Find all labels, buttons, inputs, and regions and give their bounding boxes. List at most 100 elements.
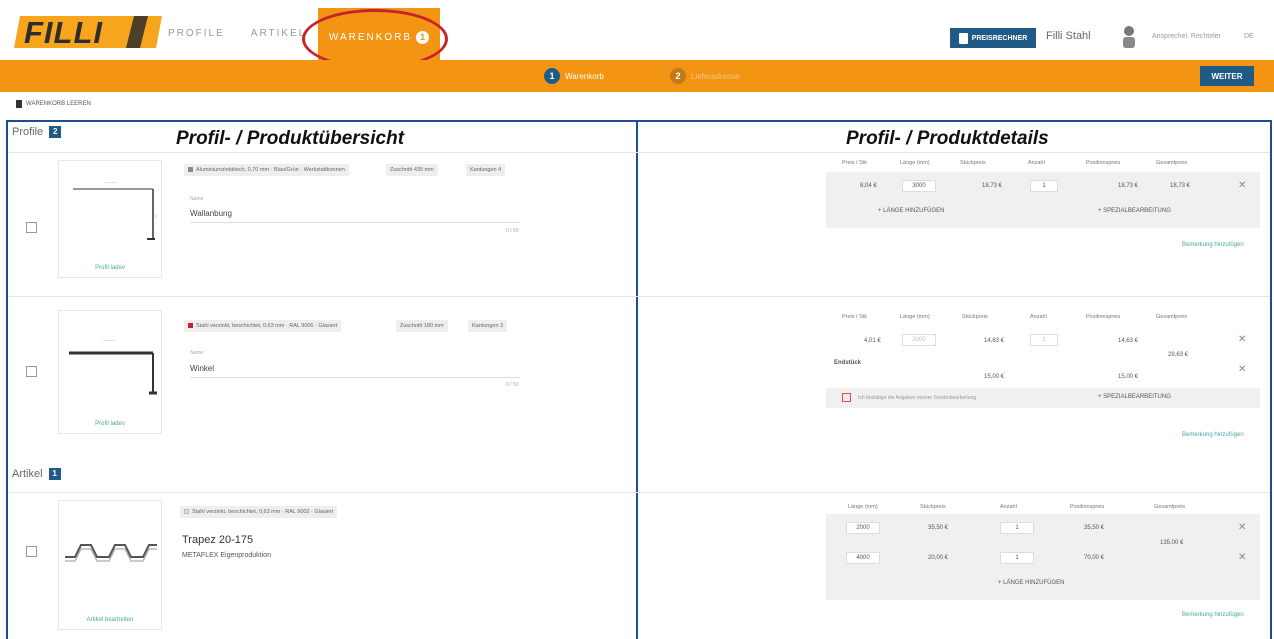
remove-row-icon[interactable]: ✕: [1238, 552, 1246, 563]
step-number: 1: [544, 68, 560, 84]
artikel-material-tag: Stahl verzinkt, beschichtet, 0,63 mm · R…: [180, 506, 338, 518]
artikel-edit-link[interactable]: Artikel bearbeiten: [59, 617, 161, 623]
profile-2-thumbnail[interactable]: ——— Profil ladev: [58, 310, 162, 434]
length-input[interactable]: 2000: [846, 522, 880, 534]
unit-price: 14,63 €: [984, 338, 1005, 344]
col-header: Anzahl: [1000, 504, 1017, 510]
language-switch[interactable]: DE: [1244, 33, 1254, 40]
top-header: FILLI PROFILE ARTIKEL WARENKORB 1 PREISR…: [0, 0, 1274, 69]
profile-1-zuschnitt-tag: Zuschnitt 435 mm: [386, 164, 438, 176]
length-input[interactable]: 3000: [902, 180, 936, 192]
add-comment-link[interactable]: Bemerkung hinzufügen: [1182, 612, 1244, 618]
calculator-icon: [958, 32, 968, 44]
add-comment-link[interactable]: Bemerkung hinzufügen: [1182, 242, 1244, 248]
quantity-input[interactable]: 1: [1000, 552, 1034, 564]
col-header: Anzahl: [1028, 160, 1045, 166]
special-processing-button[interactable]: + SPEZIALBEARBEITUNG: [1098, 208, 1171, 214]
nav-artikel[interactable]: ARTIKEL: [251, 28, 307, 39]
unit-price: 18,73 €: [982, 183, 1003, 189]
special-processing-button[interactable]: + SPEZIALBEARBEITUNG: [1098, 394, 1171, 400]
material-text: Aluminiumzinkblech, 0,70 mm · Blau/Grün …: [196, 167, 345, 173]
profile-2-name-label: Name: [190, 350, 204, 356]
quantity-input[interactable]: 1: [1000, 522, 1034, 534]
next-button[interactable]: WEITER: [1200, 66, 1254, 86]
step-lieferadresse[interactable]: 2 Lieferadresse: [670, 68, 739, 84]
quantity-input[interactable]: 1: [1030, 334, 1058, 346]
svg-text:|: |: [155, 213, 156, 218]
artikel-price-box: [826, 514, 1260, 600]
nav-warenkorb-label: WARENKORB: [328, 31, 413, 43]
price-per-piece: 4,01 €: [864, 338, 881, 344]
position-price: 14,63 €: [1118, 338, 1139, 344]
col-header: Anzahl: [1030, 314, 1047, 320]
profile-2-load-link[interactable]: Profil ladev: [59, 421, 161, 427]
profile-1-name-input[interactable]: Wallanbung: [190, 209, 232, 218]
profile-1-checkbox[interactable]: [26, 222, 37, 233]
section-profile-title: Profile 2: [12, 126, 62, 138]
confirm-checkbox[interactable]: [842, 393, 851, 402]
clear-cart-link[interactable]: WARENKORB LEEREN: [16, 100, 91, 108]
profile-1-load-link[interactable]: Profil ladev: [59, 265, 161, 271]
add-length-button[interactable]: + LÄNGE HINZUFÜGEN: [998, 580, 1065, 586]
col-header: Positionspreis: [1086, 314, 1121, 320]
filli-logo[interactable]: FILLI: [14, 10, 164, 52]
section-label: Profile: [12, 126, 44, 138]
artikel-thumbnail[interactable]: Artikel bearbeiten: [58, 500, 162, 630]
profile-1-thumbnail[interactable]: ——— | Profil ladev: [58, 160, 162, 278]
color-swatch-icon: [188, 323, 193, 329]
svg-text:———: ———: [103, 337, 115, 342]
position-price: 35,50 €: [1084, 525, 1105, 531]
profile-1-kantungen-tag: Kantungen 4: [466, 164, 506, 176]
main-nav: PROFILE ARTIKEL: [168, 28, 306, 39]
col-header: Stückpreis: [920, 504, 946, 510]
nav-profile[interactable]: PROFILE: [168, 28, 225, 39]
quantity-input[interactable]: 1: [1030, 180, 1058, 192]
svg-text:FILLI: FILLI: [24, 15, 103, 50]
add-comment-link[interactable]: Bemerkung hinzufügen: [1182, 432, 1244, 438]
nav-warenkorb[interactable]: WARENKORB 1: [318, 8, 440, 66]
col-header: Stückpreis: [962, 314, 988, 320]
step-warenkorb[interactable]: 1 Warenkorb: [544, 68, 604, 84]
extra-label: Endstück: [834, 360, 862, 366]
trapez-drawing: [65, 544, 157, 562]
input-underline: [190, 222, 520, 223]
step-label: Lieferadresse: [691, 71, 740, 81]
step-number: 2: [670, 68, 686, 84]
avatar[interactable]: [1120, 24, 1138, 48]
artikel-checkbox[interactable]: [26, 546, 37, 557]
row-divider: [8, 152, 1270, 153]
profile-1-name-counter: 0 / 50: [506, 228, 519, 234]
remove-row-icon[interactable]: ✕: [1238, 522, 1246, 533]
cart-count-badge: 1: [416, 30, 430, 44]
col-header: Länge (mm): [900, 160, 930, 166]
user-name[interactable]: Filli Stahl: [1046, 30, 1091, 42]
remove-extra-icon[interactable]: ✕: [1238, 364, 1246, 375]
profile-2-name-input[interactable]: Winkel: [190, 364, 214, 373]
col-header: Gesamtpreis: [1156, 314, 1188, 320]
color-swatch-icon: [188, 167, 193, 173]
checkout-step-bar: 1 Warenkorb 2 Lieferadresse: [0, 60, 1274, 92]
profile-drawing: ——— |: [73, 179, 156, 240]
artikel-total-price: 135,00 €: [1160, 540, 1184, 546]
annotation-overview: Profil- / Produktübersicht: [176, 128, 405, 149]
section-count-badge: 2: [49, 126, 62, 138]
input-underline: [190, 377, 520, 378]
trash-icon: [16, 100, 22, 108]
remove-row-icon[interactable]: ✕: [1238, 180, 1246, 191]
length-input[interactable]: 4000: [846, 552, 880, 564]
profile-2-checkbox[interactable]: [26, 366, 37, 377]
position-price: 70,00 €: [1084, 555, 1105, 561]
material-text: Stahl verzinkt, beschichtet, 0,63 mm · R…: [196, 323, 338, 329]
col-header: Stückpreis: [960, 160, 986, 166]
extra-unit-price: 15,00 €: [984, 374, 1005, 380]
section-count-badge: 1: [48, 468, 61, 480]
profile-2-zuschnitt-tag: Zuschnitt 180 mm: [396, 320, 448, 332]
price-calculator-button[interactable]: PREISRECHNER: [950, 28, 1036, 48]
svg-text:———: ———: [105, 179, 117, 184]
length-input[interactable]: 2000: [902, 334, 936, 346]
remove-row-icon[interactable]: ✕: [1238, 334, 1246, 345]
add-length-button[interactable]: + LÄNGE HINZUFÜGEN: [878, 208, 945, 214]
row-divider: [8, 296, 1270, 297]
artikel-subtitle: METAFLEX Eigenproduktion: [182, 552, 271, 559]
confirm-note: Ich bestätige die Angaben meiner Sonderb…: [858, 395, 977, 401]
